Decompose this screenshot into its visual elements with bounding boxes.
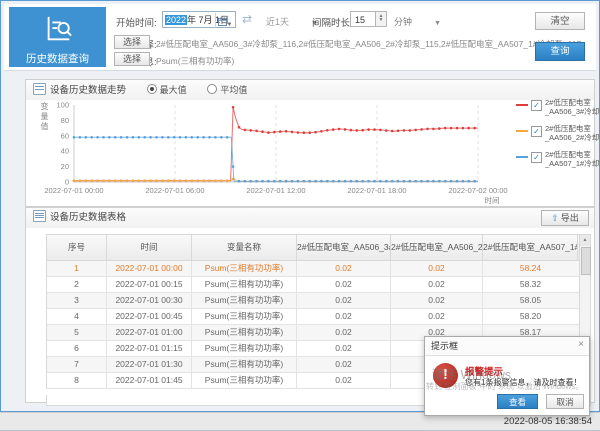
svg-text:2022-07-02 00:00: 2022-07-02 00:00 xyxy=(448,186,507,195)
series-color-swatch xyxy=(516,130,528,132)
svg-text:时间: 时间 xyxy=(485,195,500,204)
date-year-selected: 2022 xyxy=(165,15,187,25)
chart-legend: 2#低压配电室_AA506_3#冷却泵 2#低压配电室_AA506_2#冷却泵 … xyxy=(516,98,592,175)
chart-icon xyxy=(33,83,46,95)
radio-max-label: 最大值 xyxy=(160,85,187,95)
interval-unit-dropdown[interactable]: 分钟 ▼ xyxy=(394,15,441,28)
table-row[interactable]: 12022-07-01 00:00Psum(三相有功功率)0.020.0258.… xyxy=(47,261,579,277)
legend-item: 2#低压配电室_AA506_3#冷却泵 xyxy=(516,98,592,117)
alert-title: 报警提示 xyxy=(465,364,503,378)
col-header-index[interactable]: 序号 xyxy=(47,235,107,260)
radio-max-value[interactable] xyxy=(147,84,157,94)
trend-chart[interactable]: 2022-07-01 00:00 2022-07-01 06:00 2022-07-… xyxy=(28,100,516,204)
alert-message: 您有1条报警信息，请及时查看！ xyxy=(465,377,581,388)
series-color-swatch xyxy=(516,156,528,158)
trend-chart-panel: 设备历史数据走势 最大值 平均值 变量值 2022-07-01 00:00202… xyxy=(25,79,595,207)
svg-text:20: 20 xyxy=(61,162,69,171)
radio-avg-label: 平均值 xyxy=(220,85,247,95)
series-color-swatch xyxy=(516,104,528,106)
col-header-time[interactable]: 时间 xyxy=(107,235,192,260)
trend-chart-header: 设备历史数据走势 最大值 平均值 xyxy=(26,80,594,100)
swap-arrows-icon: ⇄ xyxy=(242,12,252,26)
module-tile: 历史数据查询 xyxy=(9,7,106,67)
history-query-icon xyxy=(41,14,75,44)
start-date-input[interactable]: 2022年 7月 1日 ▼ xyxy=(162,11,236,28)
col-header-device1[interactable]: 2#低压配电室_AA506_3#冷却泵... xyxy=(297,235,391,260)
range-preset-dropdown[interactable]: 近1天▼ xyxy=(266,15,318,28)
alert-dialog: 提示框 × ! 报警提示 您有1条报警信息，请及时查看！ 查看 取消 xyxy=(424,336,590,416)
svg-text:0: 0 xyxy=(65,178,69,187)
svg-text:2022-07-01 06:00: 2022-07-01 06:00 xyxy=(145,186,204,195)
calendar-dropdown[interactable]: ▼ xyxy=(215,13,234,28)
query-form-panel: 历史数据查询 开始时间: 2022年 7月 1日 ▼ ⇄ 近1天▼ 间隔时长 :… xyxy=(4,4,596,71)
start-time-label: 开始时间: xyxy=(116,15,157,29)
chevron-down-icon: ▼ xyxy=(227,22,233,28)
table-icon xyxy=(33,210,46,222)
legend-label: 2#低压配电室 xyxy=(545,98,591,107)
scroll-up-icon[interactable]: ▲ xyxy=(580,235,590,246)
trend-chart-title: 设备历史数据走势 xyxy=(50,85,126,96)
radio-avg-value[interactable] xyxy=(207,84,217,94)
status-timestamp: 2022-08-05 16:38:54 xyxy=(504,416,592,427)
col-header-device3[interactable]: 2#低压配电室_AA507_1#冷却泵... xyxy=(483,235,578,260)
svg-text:100: 100 xyxy=(56,101,69,110)
svg-text:2022-07-01 18:00: 2022-07-01 18:00 xyxy=(347,186,406,195)
view-button[interactable]: 查看 xyxy=(497,394,538,409)
range-preset-value: 近1天 xyxy=(266,17,289,27)
alarm-badge-icon: ! xyxy=(433,363,458,388)
scrollbar-thumb[interactable] xyxy=(581,247,591,275)
devices-text: 2#低压配电室_AA506_3#冷却泵_116,2#低压配电室_AA506_2#… xyxy=(156,38,581,50)
series-checkbox[interactable] xyxy=(531,100,542,111)
interval-stepper[interactable]: ▲▼ xyxy=(376,11,387,27)
svg-text:2022-07-01 12:00: 2022-07-01 12:00 xyxy=(246,186,305,195)
chevron-down-icon: ▼ xyxy=(434,20,441,27)
svg-text:60: 60 xyxy=(61,131,69,140)
interval-label: 间隔时长 : xyxy=(312,15,355,29)
svg-text:2022-07-01 00:00: 2022-07-01 00:00 xyxy=(44,186,103,195)
data-table-header: 设备历史数据表格 ⇧导出 xyxy=(26,208,594,228)
page-title: 历史数据查询 xyxy=(9,51,106,66)
interval-unit-value: 分钟 xyxy=(394,17,412,27)
variable-text: Psum(三相有功功率) xyxy=(156,55,234,67)
table-row[interactable]: 32022-07-01 00:30Psum(三相有功功率)0.020.0258.… xyxy=(47,293,579,309)
svg-text:40: 40 xyxy=(61,147,69,156)
legend-label: 2#低压配电室 xyxy=(545,124,591,133)
table-row[interactable]: 42022-07-01 00:45Psum(三相有功功率)0.020.0258.… xyxy=(47,309,579,325)
col-header-device2[interactable]: 2#低压配电室_AA506_2#冷却泵... xyxy=(391,235,483,260)
close-icon[interactable]: × xyxy=(578,339,584,350)
legend-label: 2#低压配电室 xyxy=(545,150,591,159)
cancel-button[interactable]: 取消 xyxy=(546,394,584,409)
table-header-row: 序号 时间 变量名称 2#低压配电室_AA506_3#冷却泵... 2#低压配电… xyxy=(47,235,579,261)
device-select-button[interactable]: 选择 xyxy=(114,35,150,49)
series-checkbox[interactable] xyxy=(531,126,542,137)
query-button[interactable]: 查询 xyxy=(535,42,585,61)
col-header-variable[interactable]: 变量名称 xyxy=(192,235,297,260)
legend-item: 2#低压配电室_AA506_2#冷却泵 xyxy=(516,124,592,143)
variable-select-button[interactable]: 选择 xyxy=(114,52,150,66)
series-checkbox[interactable] xyxy=(531,152,542,163)
data-table-title: 设备历史数据表格 xyxy=(50,212,126,223)
export-up-icon: ⇧ xyxy=(551,213,559,223)
export-button[interactable]: ⇧导出 xyxy=(541,210,589,226)
alert-dialog-title: 提示框 xyxy=(425,337,589,356)
table-row[interactable]: 22022-07-01 00:15Psum(三相有功功率)0.020.0258.… xyxy=(47,277,579,293)
clear-button[interactable]: 清空 xyxy=(535,12,585,30)
svg-text:80: 80 xyxy=(61,116,69,125)
legend-item: 2#低压配电室_AA507_1#冷却泵 xyxy=(516,150,592,169)
calendar-icon xyxy=(218,17,227,26)
interval-input[interactable]: 15 xyxy=(350,11,376,27)
